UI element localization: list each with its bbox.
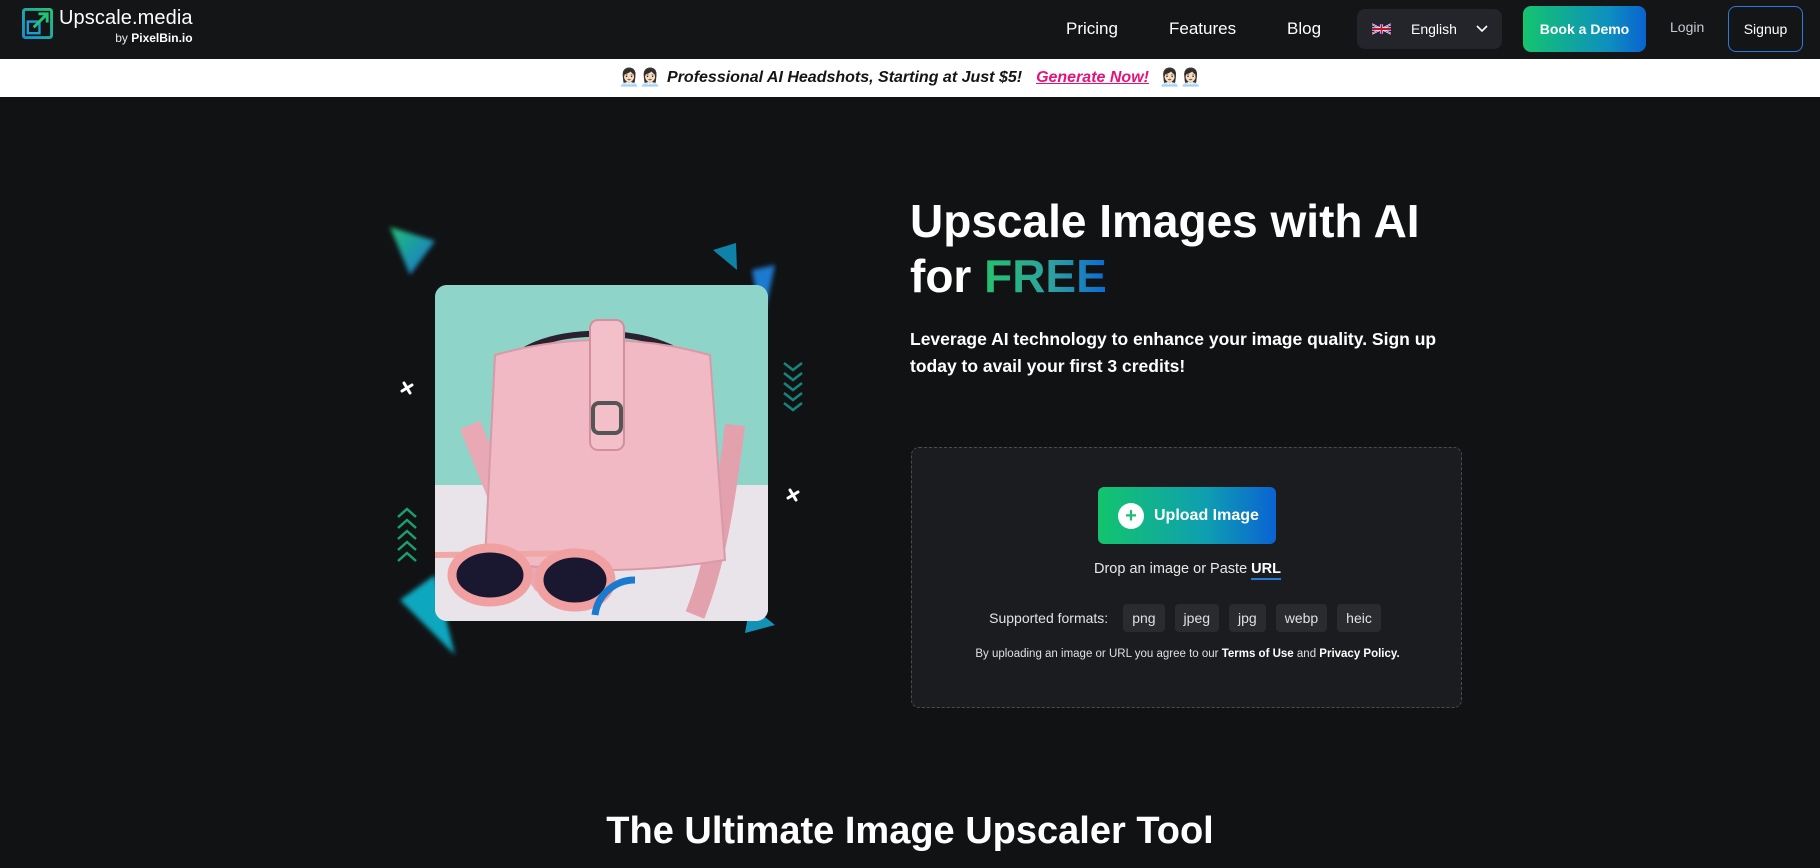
paste-url-link[interactable]: URL	[1251, 561, 1281, 580]
hero-title: Upscale Images with AI for FREE	[910, 194, 1470, 304]
pink-bag-illustration	[435, 285, 768, 621]
hero-title-for: for	[910, 250, 972, 302]
section-title: The Ultimate Image Upscaler Tool	[606, 810, 1214, 852]
logo-subtext: by PixelBin.io	[115, 31, 193, 45]
headshot-emoji-left: 👩🏻‍💼👩🏻‍💼	[618, 68, 662, 87]
logo-icon	[22, 8, 53, 39]
chevron-down-icon	[1476, 25, 1488, 33]
promo-text: Professional AI Headshots, Starting at J…	[667, 69, 1023, 86]
upload-button-label: Upload Image	[1154, 506, 1259, 524]
top-navbar: Upscale.media by PixelBin.io Pricing Fea…	[0, 0, 1820, 59]
upload-image-button[interactable]: + Upload Image	[1098, 487, 1276, 544]
format-chip: jpg	[1229, 604, 1266, 632]
terms-notice: By uploading an image or URL you agree t…	[975, 648, 1400, 660]
format-chip: webp	[1275, 604, 1328, 632]
book-demo-button[interactable]: Book a Demo	[1523, 6, 1646, 52]
formats-label: Supported formats:	[989, 610, 1109, 626]
hero-subtitle: Leverage AI technology to enhance your i…	[910, 329, 1437, 376]
language-label: English	[1411, 21, 1457, 37]
format-chip: jpeg	[1174, 604, 1220, 632]
hero-sample-image	[435, 285, 768, 621]
login-link[interactable]: Login	[1670, 19, 1704, 35]
format-chip: png	[1123, 604, 1165, 632]
terms-of-use-link[interactable]: Terms of Use	[1222, 648, 1294, 660]
hero-title-line1: Upscale Images with AI	[910, 195, 1420, 247]
nav-link-blog[interactable]: Blog	[1287, 0, 1321, 59]
format-chip: heic	[1337, 604, 1381, 632]
supported-formats: Supported formats: png jpeg jpg webp hei…	[912, 604, 1463, 632]
language-selector[interactable]: English	[1357, 9, 1502, 49]
nav-link-pricing[interactable]: Pricing	[1066, 0, 1118, 59]
privacy-policy-link[interactable]: Privacy Policy.	[1319, 648, 1399, 660]
upload-dropzone[interactable]: + Upload Image Drop an image or Paste UR…	[911, 447, 1462, 708]
hero-title-free: FREE	[984, 250, 1107, 302]
promo-banner: 👩🏻‍💼👩🏻‍💼 Professional AI Headshots, Star…	[0, 59, 1820, 97]
headshot-emoji-right: 👩🏻‍💼👩🏻‍💼	[1158, 68, 1202, 87]
logo[interactable]: Upscale.media by PixelBin.io	[22, 7, 193, 45]
uk-flag-icon	[1372, 23, 1391, 35]
nav-link-features[interactable]: Features	[1169, 0, 1236, 59]
generate-now-link[interactable]: Generate Now!	[1036, 69, 1149, 87]
drop-instructions: Drop an image or Paste URL	[912, 561, 1463, 580]
signup-button[interactable]: Signup	[1728, 6, 1803, 52]
logo-text: Upscale.media	[59, 7, 193, 29]
plus-icon: +	[1118, 502, 1144, 529]
